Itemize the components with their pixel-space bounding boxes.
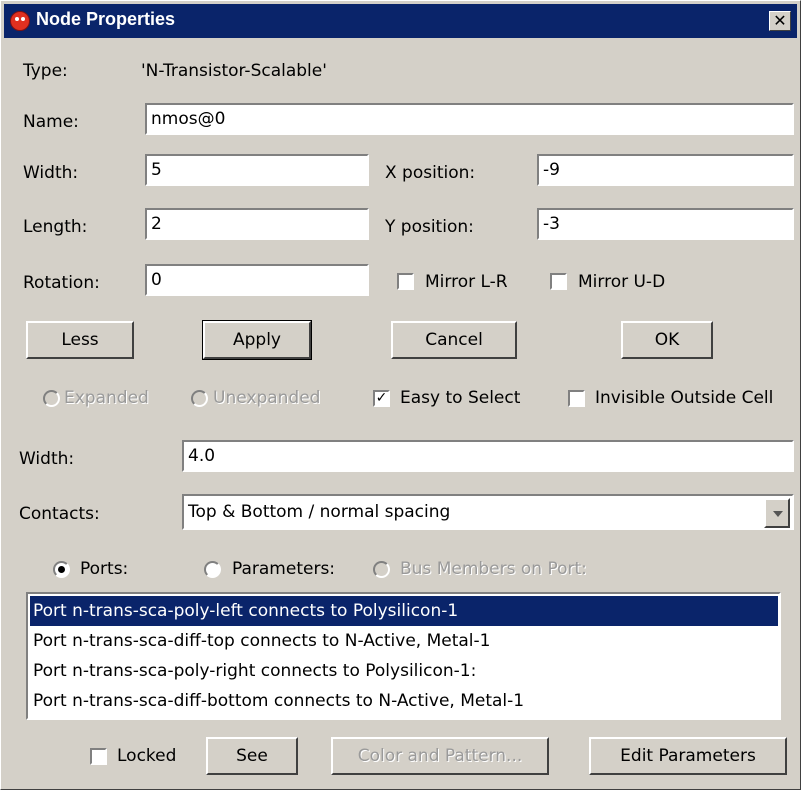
contacts-selected-value: Top & Bottom / normal spacing [188, 502, 451, 522]
node-properties-dialog: Node Properties ✕ Type: 'N-Transistor-Sc… [0, 0, 801, 790]
name-field[interactable]: nmos@0 [145, 103, 794, 135]
invisible-outside-cell-label: Invisible Outside Cell [595, 388, 774, 408]
gate-width-label: Width: [19, 449, 75, 469]
locked-label: Locked [117, 746, 177, 766]
width-label: Width: [23, 163, 79, 183]
chevron-down-icon[interactable] [764, 498, 790, 528]
close-icon: ✕ [773, 11, 787, 30]
contacts-label: Contacts: [19, 504, 100, 524]
ok-button[interactable]: OK [621, 321, 713, 359]
color-and-pattern-button[interactable]: Color and Pattern... [331, 737, 549, 775]
contacts-dropdown[interactable]: Top & Bottom / normal spacing [182, 494, 794, 530]
ports-label: Ports: [80, 559, 129, 579]
ports-list[interactable]: Port n-trans-sca-poly-left connects to P… [26, 592, 781, 720]
title-bar[interactable]: Node Properties ✕ [4, 4, 797, 38]
easy-to-select-checkbox[interactable]: ✓ [373, 390, 390, 407]
bus-members-label: Bus Members on Port: [400, 559, 587, 579]
list-item[interactable]: Port n-trans-sca-poly-left connects to P… [30, 596, 778, 626]
x-position-field[interactable]: -9 [537, 154, 794, 186]
rotation-field[interactable]: 0 [145, 264, 369, 296]
bus-members-radio[interactable] [373, 561, 390, 578]
less-button[interactable]: Less [26, 321, 134, 359]
unexpanded-label: Unexpanded [213, 388, 321, 408]
y-position-field[interactable]: -3 [537, 208, 794, 240]
mirror-lr-checkbox[interactable] [397, 273, 414, 290]
y-position-label: Y position: [385, 217, 474, 237]
invisible-outside-cell-checkbox[interactable] [568, 390, 585, 407]
list-item[interactable]: Port n-trans-sca-diff-top connects to N-… [30, 626, 778, 656]
easy-to-select-label: Easy to Select [400, 388, 521, 408]
width-field[interactable]: 5 [145, 154, 369, 186]
expanded-radio[interactable] [43, 390, 60, 407]
rotation-label: Rotation: [23, 273, 100, 293]
cancel-button[interactable]: Cancel [391, 321, 517, 359]
unexpanded-radio[interactable] [191, 390, 208, 407]
length-field[interactable]: 2 [145, 208, 369, 240]
mirror-lr-label: Mirror L-R [425, 272, 508, 292]
close-button[interactable]: ✕ [769, 11, 791, 31]
apply-button[interactable]: Apply [202, 320, 312, 360]
parameters-radio[interactable] [204, 561, 221, 578]
app-icon [10, 11, 30, 31]
list-item[interactable]: Port n-trans-sca-poly-right connects to … [30, 656, 778, 686]
expanded-label: Expanded [64, 388, 149, 408]
locked-checkbox[interactable] [90, 748, 107, 765]
parameters-label: Parameters: [232, 559, 336, 579]
edit-parameters-button[interactable]: Edit Parameters [589, 737, 787, 775]
ports-radio[interactable] [53, 561, 70, 578]
type-value: 'N-Transistor-Scalable' [141, 61, 327, 81]
window-title: Node Properties [36, 9, 176, 29]
see-button[interactable]: See [206, 737, 298, 775]
name-label: Name: [23, 112, 79, 132]
list-item[interactable]: Port n-trans-sca-diff-bottom connects to… [30, 686, 778, 716]
gate-width-field[interactable]: 4.0 [182, 440, 794, 472]
type-label: Type: [23, 61, 68, 81]
mirror-ud-checkbox[interactable] [550, 273, 567, 290]
mirror-ud-label: Mirror U-D [578, 272, 666, 292]
length-label: Length: [23, 217, 88, 237]
x-position-label: X position: [385, 163, 476, 183]
